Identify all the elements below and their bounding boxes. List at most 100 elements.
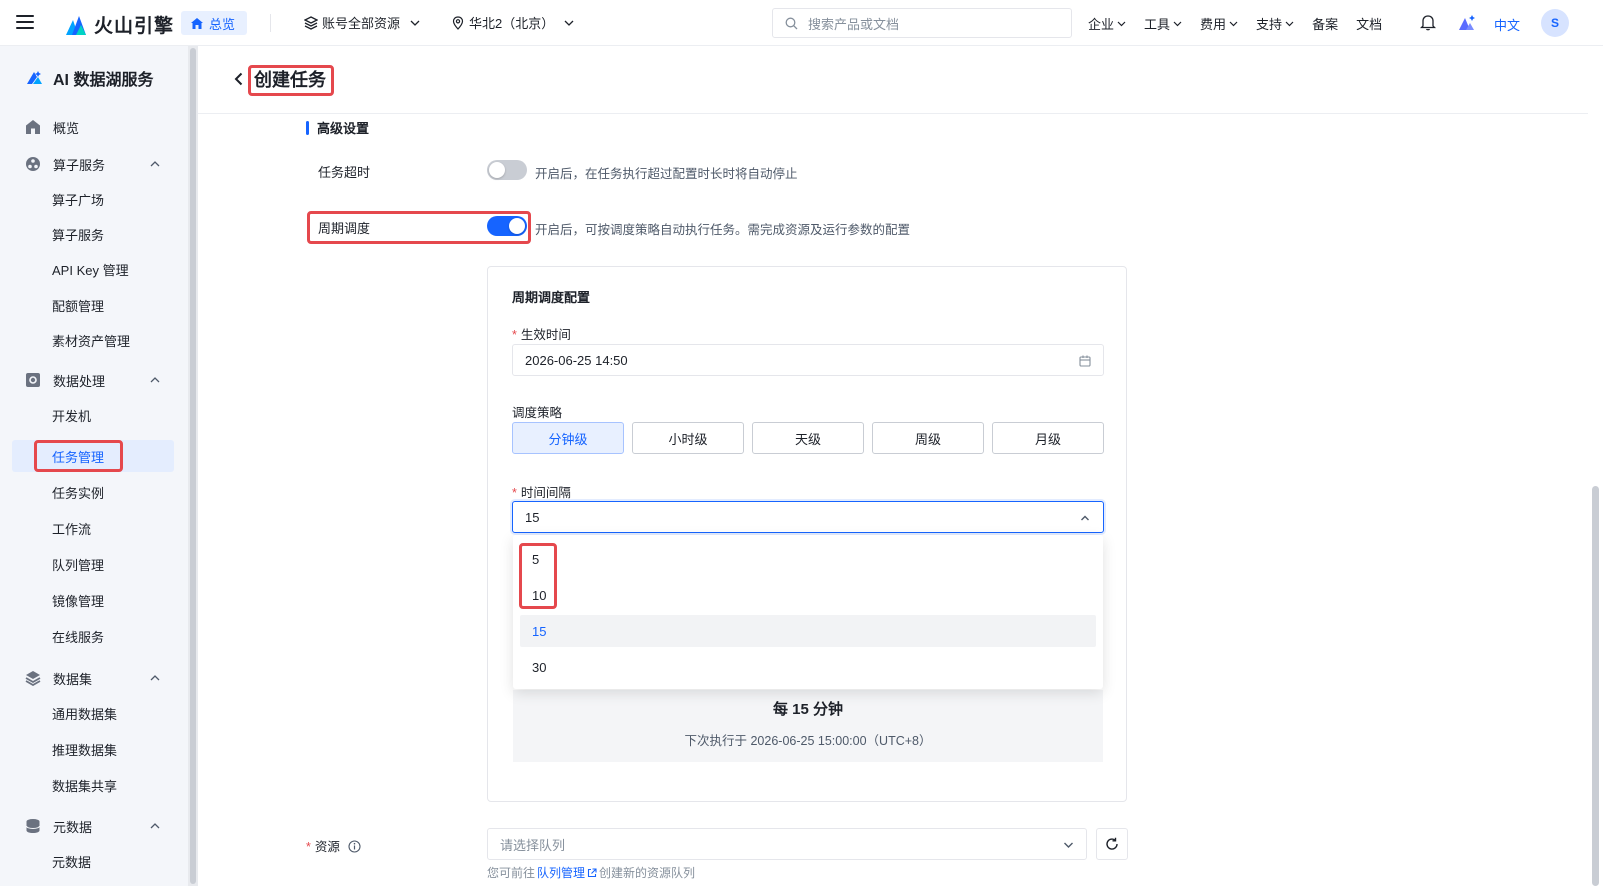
sidebar-item-api-key[interactable]: API Key 管理 [12,253,174,285]
sidebar-item-dev-machine[interactable]: 开发机 [12,399,174,431]
sidebar-item-online-service[interactable]: 在线服务 [12,620,174,652]
sidebar-group-data-processing[interactable]: 数据处理 [12,364,174,396]
location-pin-icon [452,15,464,30]
timeout-toggle[interactable] [487,160,527,180]
sidebar-item-operator-plaza[interactable]: 算子广场 [12,183,174,215]
interval-option-30[interactable]: 30 [520,651,1096,683]
timeout-hint: 开启后，在任务执行超过配置时长时将自动停止 [535,167,798,181]
required-mark: * [512,328,517,342]
resource-label: * 资源 [306,836,361,855]
strategy-option-day[interactable]: 天级 [752,422,864,454]
effective-time-picker[interactable]: 2026-06-25 14:50 [512,344,1104,376]
interval-dropdown: 5 10 15 30 [513,535,1103,689]
schedule-preview-panel: 每 15 分钟 下次执行于 2026-06-25 15:00:00（UTC+8） [513,690,1103,762]
schedule-label: 周期调度 [318,221,371,236]
sidebar-item-overview[interactable]: 概览 [12,111,174,143]
chevron-up-icon [150,823,160,829]
back-arrow-icon[interactable] [234,72,243,86]
sidebar-item-label: 队列管理 [52,557,105,573]
sidebar-item-image-management[interactable]: 镜像管理 [12,584,174,616]
sidebar-item-label: API Key 管理 [52,262,129,278]
bell-icon[interactable] [1420,14,1436,31]
ai-assistant-icon[interactable] [1458,14,1476,31]
interval-option-5[interactable]: 5 [520,543,1096,575]
main-scrollbar[interactable] [1588,46,1603,886]
chevron-up-icon [150,675,160,681]
sidebar-item-quota[interactable]: 配额管理 [12,289,174,321]
language-switch[interactable]: 中文 [1494,15,1520,34]
section-title-text: 高级设置 [317,121,370,136]
nav-link-tools[interactable]: 工具 [1144,14,1182,33]
schedule-config-title: 周期调度配置 [512,290,591,305]
nav-link-icp-filing[interactable]: 备案 [1312,14,1338,33]
chevron-down-icon [1285,21,1294,27]
nav-link-label: 企业 [1088,17,1115,32]
interval-label-text: 时间间隔 [520,486,571,500]
volcano-logo-icon [66,15,86,35]
search-placeholder: 搜索产品或文档 [808,16,900,32]
account-scope-select[interactable]: 账号全部资源 [304,13,420,32]
chevron-up-icon [1081,515,1089,521]
interval-select[interactable]: 15 [512,501,1104,533]
sidebar-item-metadata[interactable]: 元数据 [12,845,174,877]
schedule-preview-next-run: 下次执行于 2026-06-25 15:00:00（UTC+8） [684,734,932,748]
nav-link-docs[interactable]: 文档 [1356,14,1382,33]
sidebar-item-operator-service[interactable]: 算子服务 [12,218,174,250]
section-accent-bar [306,120,309,135]
strategy-option-week[interactable]: 周级 [872,422,984,454]
sidebar-item-general-dataset[interactable]: 通用数据集 [12,697,174,729]
queue-management-link[interactable]: 队列管理 [537,864,597,881]
sidebar-scrollbar-thumb[interactable] [190,48,196,884]
sidebar-item-asset[interactable]: 素材资产管理 [12,324,174,356]
nav-link-billing[interactable]: 费用 [1200,14,1238,33]
interval-option-15[interactable]: 15 [520,615,1096,647]
nav-links: 企业 工具 费用 支持 备案 文档 [1088,14,1400,33]
strategy-option-month[interactable]: 月级 [992,422,1104,454]
sidebar-group-metadata[interactable]: 元数据 [12,810,174,842]
timeout-label: 任务超时 [318,165,371,180]
region-value: 华北2（北京） [469,16,555,31]
region-select[interactable]: 华北2（北京） [452,13,574,32]
interval-value: 15 [525,509,540,525]
chevron-up-icon [150,377,160,383]
strategy-option-hour[interactable]: 小时级 [632,422,744,454]
required-mark: * [306,840,311,854]
account-scope-value: 账号全部资源 [322,16,401,31]
sidebar-item-task-instance[interactable]: 任务实例 [12,476,174,508]
strategy-option-minute[interactable]: 分钟级 [512,422,624,454]
brand-logo[interactable]: 火山引擎 [64,11,174,38]
page-header: 创建任务 [198,46,1588,114]
refresh-icon [1106,837,1118,850]
sidebar-item-task-management[interactable]: 任务管理 [12,440,174,472]
sidebar-item-inference-dataset[interactable]: 推理数据集 [12,733,174,765]
menu-icon[interactable] [16,15,34,29]
help-prefix: 您可前往 [487,866,536,880]
refresh-queue-button[interactable] [1096,828,1128,860]
avatar[interactable]: S [1541,9,1569,37]
nav-link-enterprise[interactable]: 企业 [1088,14,1126,33]
main-scrollbar-thumb[interactable] [1592,486,1599,886]
info-icon[interactable] [348,840,361,853]
sidebar-scrollbar[interactable] [188,46,198,886]
sidebar-item-label: 推理数据集 [52,742,118,758]
resource-queue-placeholder: 请选择队列 [500,837,566,853]
required-mark: * [512,486,517,500]
home-overview-button[interactable]: 总览 [181,11,248,35]
data-processing-icon [26,373,40,387]
home-label: 总览 [209,16,236,32]
resource-queue-select[interactable]: 请选择队列 [487,828,1087,860]
sidebar-item-workflow[interactable]: 工作流 [12,512,174,544]
nav-link-label: 备案 [1312,17,1339,32]
sidebar-item-label: 元数据 [53,819,93,835]
sidebar-item-dataset-share[interactable]: 数据集共享 [12,769,174,801]
sidebar-group-operator-service[interactable]: 算子服务 [12,148,174,180]
sidebar-group-dataset[interactable]: 数据集 [12,662,174,694]
sidebar-item-label: 开发机 [52,408,92,424]
nav-link-label: 工具 [1144,17,1171,32]
nav-link-support[interactable]: 支持 [1256,14,1294,33]
sidebar-item-queue-management[interactable]: 队列管理 [12,548,174,580]
schedule-toggle[interactable] [487,216,527,236]
global-search-input[interactable]: 搜索产品或文档 [772,8,1072,38]
sidebar-item-label: 元数据 [52,854,92,870]
interval-option-10[interactable]: 10 [520,579,1096,611]
